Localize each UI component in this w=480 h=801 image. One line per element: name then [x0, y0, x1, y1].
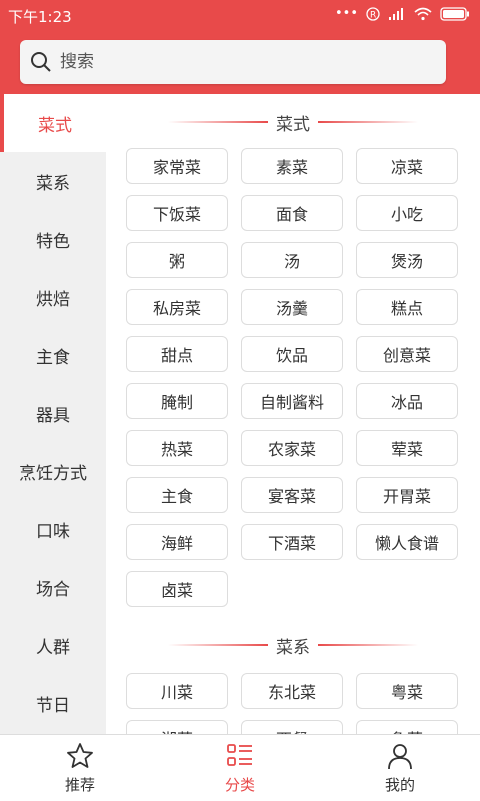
battery-icon: [440, 6, 469, 21]
category-chip[interactable]: 懒人食谱: [356, 524, 458, 560]
tab-recommend[interactable]: 推荐: [0, 735, 160, 801]
wifi-icon: [414, 7, 432, 20]
category-chip[interactable]: 开胃菜: [356, 477, 458, 513]
sidebar-item-tese[interactable]: 特色: [0, 210, 106, 268]
category-chip[interactable]: 冰品: [356, 383, 458, 419]
sidebar-item-caixi[interactable]: 菜系: [0, 152, 106, 210]
sidebar-item-changhe[interactable]: 场合: [0, 558, 106, 616]
sidebar-item-hongbei[interactable]: 烘焙: [0, 268, 106, 326]
registered-icon: R: [366, 6, 380, 21]
category-sidebar: 菜式 菜系 特色 烘焙 主食 器具 烹饪方式 口味 场合 人群 节日: [0, 94, 106, 734]
category-chip[interactable]: 凉菜: [356, 148, 458, 184]
category-chip[interactable]: 海鲜: [126, 524, 228, 560]
category-chip[interactable]: 下酒菜: [241, 524, 343, 560]
user-icon: [388, 744, 412, 770]
category-chip[interactable]: 小吃: [356, 195, 458, 231]
category-chip[interactable]: 川菜: [126, 673, 228, 709]
category-chip[interactable]: 家常菜: [126, 148, 228, 184]
section-title: 菜式: [106, 94, 480, 150]
category-chip[interactable]: 农家菜: [241, 430, 343, 466]
sidebar-item-caishi[interactable]: 菜式: [0, 94, 106, 152]
title-divider-right: [318, 644, 418, 646]
category-chip[interactable]: 东北菜: [241, 673, 343, 709]
category-chip[interactable]: 卤菜: [126, 571, 228, 607]
more-dots-icon: •••: [334, 6, 358, 21]
category-chip[interactable]: 粥: [126, 242, 228, 278]
category-chip[interactable]: 素菜: [241, 148, 343, 184]
category-chip[interactable]: 下饭菜: [126, 195, 228, 231]
sidebar-item-jieri[interactable]: 节日: [0, 674, 106, 732]
category-chip[interactable]: 饮品: [241, 336, 343, 372]
bottom-nav: 推荐 分类 我的: [0, 734, 480, 801]
sidebar-item-qiju[interactable]: 器具: [0, 384, 106, 442]
status-icons: ••• R: [335, 6, 470, 21]
tab-category[interactable]: 分类: [160, 735, 320, 801]
search-input[interactable]: [58, 51, 422, 73]
category-chip[interactable]: 荤菜: [356, 430, 458, 466]
search-box[interactable]: [20, 40, 446, 84]
chip-grid: 川菜 东北菜 粤菜 湘菜 西餐 鲁菜: [106, 673, 480, 734]
title-divider-left: [168, 644, 268, 646]
category-chip[interactable]: 汤羹: [241, 289, 343, 325]
category-content: 菜式 家常菜 素菜 凉菜 下饭菜 面食 小吃 粥 汤 煲汤 私房菜 汤羹 糕点 …: [106, 94, 480, 734]
section-title: 菜系: [106, 617, 480, 673]
header: [0, 32, 480, 94]
title-divider-left: [168, 121, 268, 123]
category-chip[interactable]: 糕点: [356, 289, 458, 325]
category-chip[interactable]: 主食: [126, 477, 228, 513]
category-chip[interactable]: 热菜: [126, 430, 228, 466]
category-chip[interactable]: 创意菜: [356, 336, 458, 372]
category-chip[interactable]: 自制酱料: [241, 383, 343, 419]
title-divider-right: [318, 121, 418, 123]
status-bar: 下午1:23 ••• R: [0, 0, 480, 32]
category-chip[interactable]: 宴客菜: [241, 477, 343, 513]
status-time: 下午1:23: [8, 8, 72, 26]
search-icon: [31, 52, 51, 72]
svg-text:R: R: [370, 10, 376, 20]
category-chip[interactable]: 面食: [241, 195, 343, 231]
signal-icon: [389, 7, 403, 20]
chip-grid: 家常菜 素菜 凉菜 下饭菜 面食 小吃 粥 汤 煲汤 私房菜 汤羹 糕点 甜点 …: [106, 148, 480, 607]
category-chip[interactable]: 粤菜: [356, 673, 458, 709]
category-chip[interactable]: 鲁菜: [356, 720, 458, 734]
category-chip[interactable]: 甜点: [126, 336, 228, 372]
star-icon: [67, 743, 93, 768]
sidebar-item-renqun[interactable]: 人群: [0, 616, 106, 674]
category-list-icon: [227, 744, 252, 766]
sidebar-item-pengren[interactable]: 烹饪方式: [0, 442, 106, 500]
category-chip[interactable]: 煲汤: [356, 242, 458, 278]
sidebar-item-kouwei[interactable]: 口味: [0, 500, 106, 558]
category-chip[interactable]: 私房菜: [126, 289, 228, 325]
category-chip[interactable]: 西餐: [241, 720, 343, 734]
category-chip[interactable]: 腌制: [126, 383, 228, 419]
tab-mine[interactable]: 我的: [320, 735, 480, 801]
sidebar-item-zhushi[interactable]: 主食: [0, 326, 106, 384]
category-chip[interactable]: 湘菜: [126, 720, 228, 734]
category-chip[interactable]: 汤: [241, 242, 343, 278]
